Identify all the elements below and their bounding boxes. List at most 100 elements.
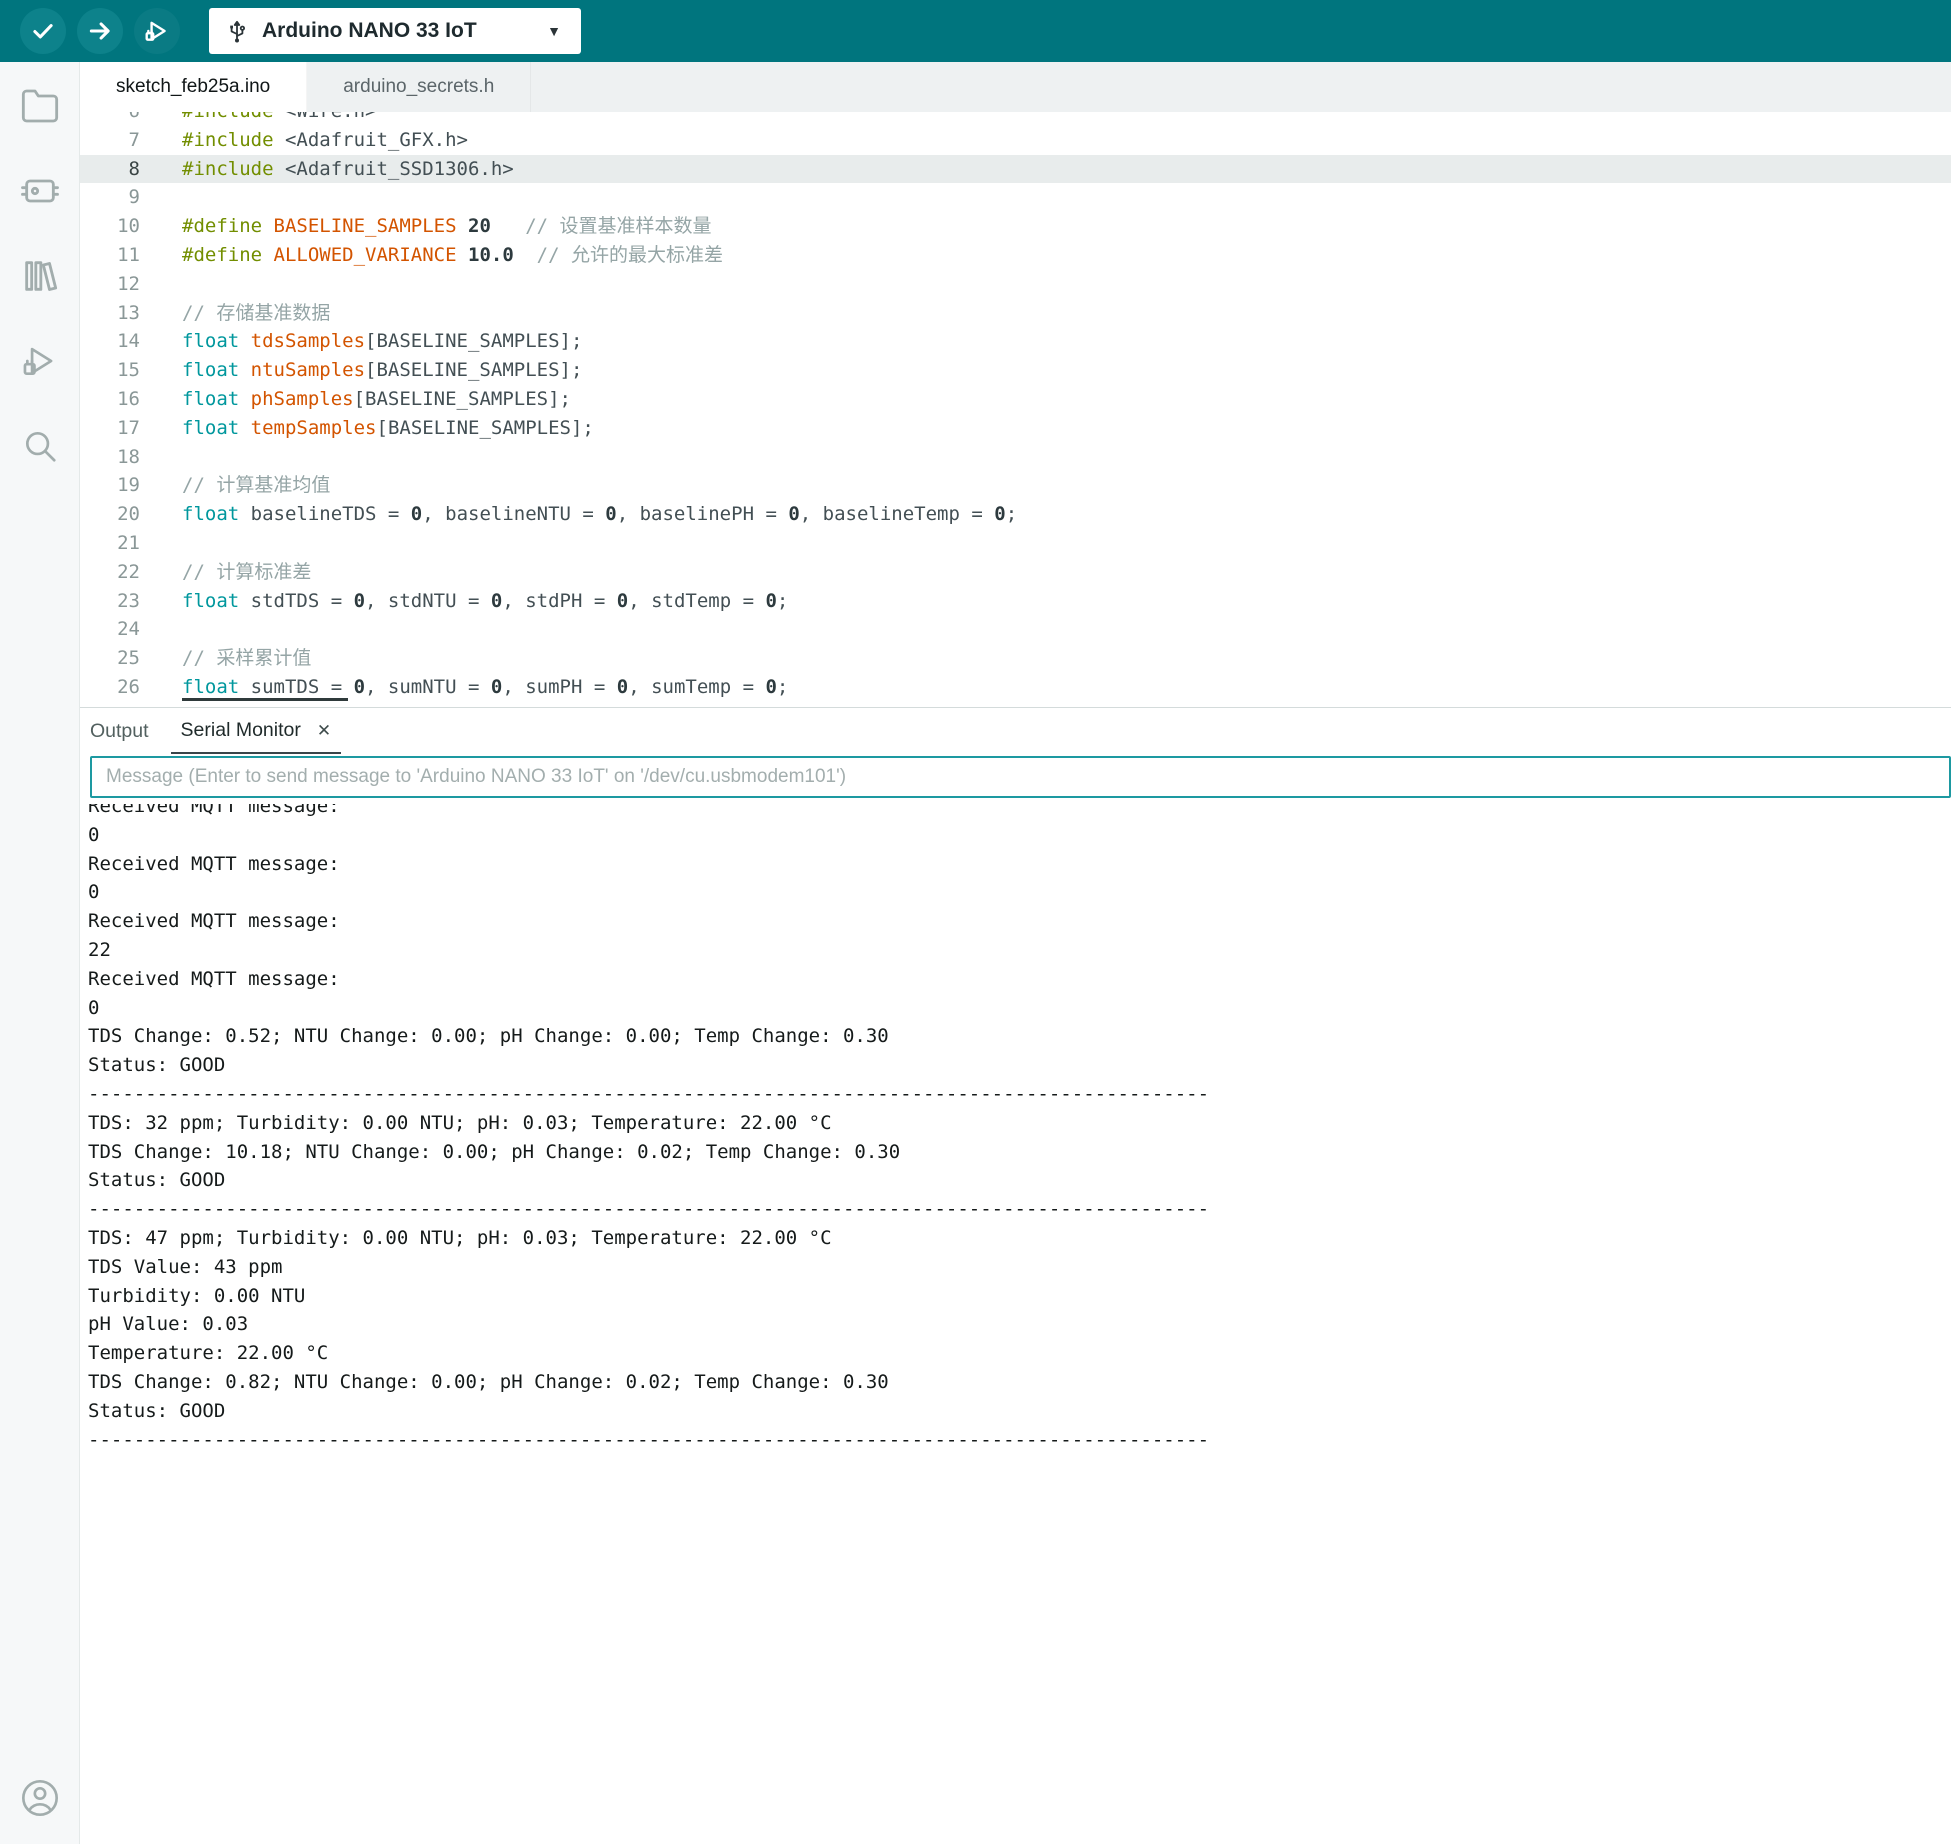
serial-message-input[interactable]	[90, 756, 1951, 798]
code-line-18[interactable]: 18	[80, 443, 1951, 472]
account-button[interactable]	[18, 1778, 62, 1818]
sidebar-item-library-manager[interactable]	[18, 256, 62, 296]
verify-button[interactable]	[20, 8, 66, 54]
serial-line: ----------------------------------------…	[88, 1428, 1210, 1451]
serial-line: pH Value: 0.03	[88, 1313, 249, 1336]
line-content: #include <Wire.h>	[140, 112, 376, 126]
debug-button[interactable]	[134, 8, 180, 54]
line-number: 26	[117, 675, 140, 698]
serial-line: TDS Value: 43 ppm	[88, 1255, 283, 1278]
code-line-25[interactable]: 25 // 采样累计值	[80, 644, 1951, 673]
code-line-24[interactable]: 24	[80, 615, 1951, 644]
top-toolbar: Arduino NANO 33 IoT ▼	[0, 0, 1951, 62]
books-icon	[24, 261, 57, 291]
line-content: #define ALLOWED_VARIANCE 10.0 // 允许的最大标准…	[182, 243, 723, 266]
folder-icon	[21, 89, 58, 123]
user-icon	[22, 1780, 58, 1816]
code-line-12[interactable]: 12	[80, 270, 1951, 299]
upload-button[interactable]	[77, 8, 123, 54]
line-number: 13	[117, 301, 140, 324]
editor-hscrollbar[interactable]	[182, 698, 348, 701]
line-number: 24	[117, 618, 140, 641]
debug-icon	[145, 21, 166, 41]
line-number: 23	[117, 589, 140, 612]
serial-line: Received MQTT message:	[88, 804, 340, 817]
line-number: 11	[117, 243, 140, 266]
tab-serial-monitor[interactable]: Serial Monitor ✕	[170, 708, 342, 754]
close-icon[interactable]: ✕	[317, 722, 331, 739]
serial-output-wrap: Received MQTT message: 0 Received MQTT mes…	[80, 804, 1951, 1844]
tab-sketch-ino[interactable]: sketch_feb25a.ino	[80, 62, 308, 112]
line-number: 18	[117, 445, 140, 468]
line-number: 14	[117, 330, 140, 353]
serial-line: 0	[88, 881, 100, 904]
line-content: #include <Adafruit_GFX.h>	[182, 128, 468, 151]
code-line-23[interactable]: 23 float stdTDS = 0, stdNTU = 0, stdPH = …	[80, 587, 1951, 616]
panel-tabstrip: Output Serial Monitor ✕	[80, 708, 1951, 754]
serial-line: TDS: 47 ppm; Turbidity: 0.00 NTU; pH: 0.…	[88, 1226, 832, 1249]
line-content: #define BASELINE_SAMPLES 20 // 设置基准样本数量	[182, 215, 712, 238]
code-line-7[interactable]: 7 #include <Adafruit_GFX.h>	[80, 126, 1951, 155]
serial-line: Status: GOOD	[88, 1169, 226, 1192]
sidebar	[0, 62, 80, 1844]
panel-tab-label: Serial Monitor	[180, 718, 301, 741]
serial-line: Received MQTT message:	[88, 852, 340, 875]
sidebar-item-debug[interactable]	[18, 341, 62, 381]
line-content: // 采样累计值	[182, 647, 312, 670]
code-line-19[interactable]: 19 // 计算基准均值	[80, 471, 1951, 500]
code-lines: 6#include <Wire.h>7#include <Adafruit_GF…	[80, 112, 1951, 702]
code-line-8[interactable]: 8 #include <Adafruit_SSD1306.h>	[80, 154, 1951, 184]
code-line-21[interactable]: 21	[80, 529, 1951, 558]
code-line-11[interactable]: 11 #define ALLOWED_VARIANCE 10.0 // 允许的最大…	[80, 241, 1951, 270]
code-line-20[interactable]: 20 float baselineTDS = 0, baselineNTU = 0…	[80, 500, 1951, 529]
line-number: 22	[117, 560, 140, 583]
code-line-26[interactable]: 26 float sumTDS = 0, sumNTU = 0, sumPH = …	[80, 673, 1951, 702]
code-line-10[interactable]: 10 #define BASELINE_SAMPLES 20 // 设置基准样本数…	[80, 212, 1951, 241]
board-name: Arduino NANO 33 IoT	[262, 19, 477, 42]
line-number: 7	[128, 128, 140, 151]
editor-tabstrip: sketch_feb25a.ino arduino_secrets.h	[80, 62, 1951, 112]
bottom-panel: Output Serial Monitor ✕ Received MQTT me…	[80, 707, 1951, 1844]
content-column: sketch_feb25a.ino arduino_secrets.h 6#in…	[80, 62, 1951, 1844]
code-line-22[interactable]: 22 // 计算标准差	[80, 558, 1951, 587]
sidebar-item-search[interactable]	[18, 426, 62, 466]
line-content: float tdsSamples[BASELINE_SAMPLES];	[182, 330, 583, 353]
serial-line: 0	[88, 996, 100, 1019]
line-content: float stdTDS = 0, stdNTU = 0, stdPH = 0,…	[182, 589, 789, 612]
board-chip-icon	[20, 179, 59, 203]
code-line-15[interactable]: 15 float ntuSamples[BASELINE_SAMPLES];	[80, 356, 1951, 385]
serial-output[interactable]: Received MQTT message: 0 Received MQTT mes…	[88, 804, 1951, 1454]
line-content	[140, 270, 182, 299]
line-number: 20	[117, 503, 140, 526]
line-number: 6	[80, 112, 140, 126]
code-line-9[interactable]: 9	[80, 183, 1951, 212]
code-line-16[interactable]: 16 float phSamples[BASELINE_SAMPLES];	[80, 385, 1951, 414]
line-number: 21	[117, 531, 140, 554]
serial-line: ----------------------------------------…	[88, 1082, 1210, 1105]
serial-line: Received MQTT message:	[88, 910, 340, 933]
line-content: float ntuSamples[BASELINE_SAMPLES];	[182, 359, 583, 382]
line-number: 10	[117, 215, 140, 238]
code-line-17[interactable]: 17 float tempSamples[BASELINE_SAMPLES];	[80, 414, 1951, 443]
serial-line: TDS Change: 0.52; NTU Change: 0.00; pH C…	[88, 1025, 889, 1048]
line-content	[140, 615, 182, 644]
tab-output[interactable]: Output	[80, 708, 159, 754]
line-content	[140, 183, 182, 212]
board-selector[interactable]: Arduino NANO 33 IoT ▼	[209, 8, 581, 54]
panel-tab-label: Output	[90, 719, 149, 742]
sidebar-item-boards-manager[interactable]	[18, 171, 62, 211]
serial-line: TDS Change: 0.82; NTU Change: 0.00; pH C…	[88, 1370, 889, 1393]
code-line-13[interactable]: 13 // 存储基准数据	[80, 299, 1951, 328]
code-editor[interactable]: 6#include <Wire.h>7#include <Adafruit_GF…	[80, 112, 1951, 707]
code-line-14[interactable]: 14 float tdsSamples[BASELINE_SAMPLES];	[80, 327, 1951, 356]
line-number: 16	[117, 387, 140, 410]
code-line-6[interactable]: 6#include <Wire.h>	[80, 112, 1951, 126]
line-content: float baselineTDS = 0, baselineNTU = 0, …	[182, 503, 1018, 526]
serial-line: Temperature: 22.00 °C	[88, 1342, 329, 1365]
check-icon	[33, 24, 53, 39]
sidebar-item-sketchbook[interactable]	[18, 86, 62, 126]
tab-arduino-secrets[interactable]: arduino_secrets.h	[307, 62, 532, 112]
serial-line: 0	[88, 823, 100, 846]
serial-line: TDS: 32 ppm; Turbidity: 0.00 NTU; pH: 0.…	[88, 1111, 832, 1134]
line-number: 8	[128, 157, 140, 180]
